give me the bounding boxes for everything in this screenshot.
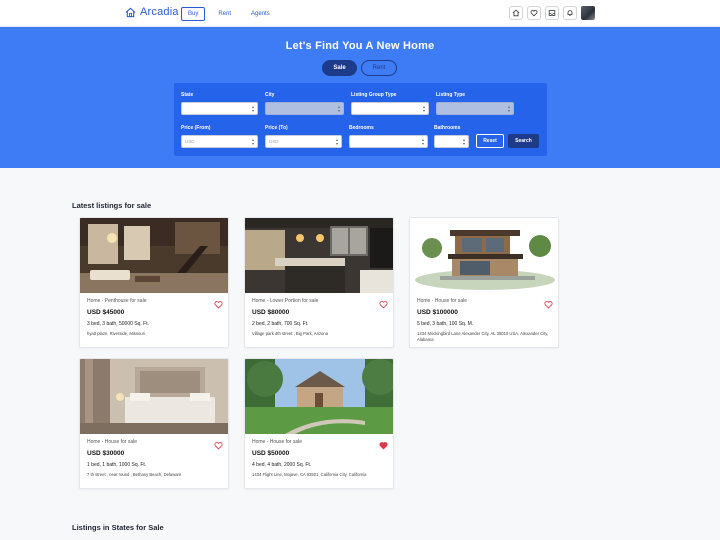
- listing-group-type-filter: Listing Group Type ▴ ▾: [351, 92, 429, 115]
- chevron-updown-icon: ▴ ▾: [507, 103, 510, 113]
- listing-price: USD $50000: [252, 450, 290, 457]
- user-avatar[interactable]: [581, 6, 595, 20]
- favorite-heart-icon[interactable]: [544, 300, 553, 309]
- listing-price: USD $30000: [87, 450, 125, 457]
- listing-price: USD $100000: [417, 309, 458, 316]
- listing-photo-kitchen: [245, 218, 393, 293]
- chevron-updown-icon: ▴ ▾: [251, 103, 254, 113]
- bell-icon: [567, 10, 573, 16]
- rent-toggle-button[interactable]: Rent: [361, 60, 397, 76]
- listing-group-type-select[interactable]: ▴ ▾: [351, 102, 429, 115]
- city-filter: City ▴ ▾: [265, 92, 344, 115]
- listing-type: Home - House for sale: [417, 298, 468, 304]
- nav-tab-buy[interactable]: Buy: [181, 7, 206, 21]
- favorite-heart-filled-icon[interactable]: [379, 441, 388, 450]
- listing-photo-bedroom: [80, 359, 228, 434]
- listing-address: Village park 4th street , Big Park, Ariz…: [252, 331, 329, 336]
- listing-group-type-label: Listing Group Type: [351, 92, 397, 98]
- bathrooms-select[interactable]: ▴ ▾: [434, 135, 469, 148]
- home-logo-icon: [125, 7, 136, 17]
- listing-address: hyatt plaze, Riverside, Missouri: [87, 331, 145, 336]
- chevron-updown-icon: ▴ ▾: [421, 136, 424, 146]
- listing-type: Home - Penthouse for sale: [87, 298, 147, 304]
- bathrooms-label: Bathrooms: [434, 125, 461, 131]
- favorite-heart-icon[interactable]: [214, 441, 223, 450]
- home-button[interactable]: [509, 6, 523, 20]
- state-label: State: [181, 92, 194, 98]
- listing-photo-penthouse: [80, 218, 228, 293]
- stepper-icon: ▴ ▾: [251, 136, 254, 146]
- listing-photo-modern-house: [410, 218, 558, 293]
- reset-button[interactable]: Reset: [476, 134, 504, 148]
- bedrooms-filter: Bedrooms ▴ ▾: [349, 125, 428, 148]
- listing-specs: 4 bed, 4 bath, 2000 Sq. Ft.: [252, 462, 312, 468]
- listing-type: Home - House for sale: [252, 439, 303, 445]
- city-select[interactable]: ▴ ▾: [265, 102, 344, 115]
- city-label: City: [265, 92, 275, 98]
- inbox-button[interactable]: [545, 6, 559, 20]
- listing-card[interactable]: Home - House for sale USD $100000 5 bed,…: [409, 217, 559, 348]
- listing-address: 7 th street , near round , Bethany Beach…: [87, 472, 182, 477]
- price-to-input[interactable]: USD ▴ ▾: [265, 135, 342, 148]
- inbox-icon: [548, 10, 556, 16]
- price-from-input[interactable]: USD ▴ ▾: [181, 135, 258, 148]
- listing-type: Home - House for sale: [87, 439, 138, 445]
- chevron-updown-icon: ▴ ▾: [462, 136, 465, 146]
- listing-type-filter: Listing Type ▴ ▾: [436, 92, 514, 115]
- listing-price: USD $45000: [87, 309, 125, 316]
- nav-tab-rent[interactable]: Rent: [211, 7, 238, 21]
- search-hero: Let's Find You A New Home Sale Rent Stat…: [0, 27, 720, 168]
- listing-type: Home - Lower Portion for sale: [252, 298, 319, 304]
- top-nav-bar: Arcadia Buy Rent Agents: [0, 0, 720, 27]
- favorites-button[interactable]: [527, 6, 541, 20]
- search-button[interactable]: Search: [508, 134, 539, 148]
- sale-toggle-button[interactable]: Sale: [322, 60, 357, 76]
- listing-card[interactable]: Home - House for sale USD $30000 1 bed, …: [79, 358, 229, 489]
- bathrooms-filter: Bathrooms ▴ ▾: [434, 125, 469, 148]
- listing-card[interactable]: Home - Lower Portion for sale USD $80000…: [244, 217, 394, 348]
- stepper-icon: ▴ ▾: [335, 136, 338, 146]
- bedrooms-label: Bedrooms: [349, 125, 374, 131]
- main-nav: Buy Rent Agents: [181, 7, 277, 21]
- listing-specs: 3 bed, 3 bath, 50000 Sq. Ft.: [87, 321, 149, 327]
- listing-specs: 1 bed, 1 bath, 1000 Sq. Ft.: [87, 462, 147, 468]
- notifications-button[interactable]: [563, 6, 577, 20]
- listing-type-select[interactable]: ▴ ▾: [436, 102, 514, 115]
- listing-specs: 2 bed, 2 bath, 700 Sq. Ft.: [252, 321, 309, 327]
- brand-name: Arcadia: [140, 6, 179, 18]
- heart-icon: [530, 10, 538, 17]
- nav-tab-agents[interactable]: Agents: [244, 7, 277, 21]
- sale-rent-toggle: Sale Rent: [322, 60, 397, 76]
- listing-card[interactable]: Home - Penthouse for sale USD $45000 3 b…: [79, 217, 229, 348]
- filter-panel: State ▴ ▾ City ▴ ▾ Listing Group Type ▴ ▾ L…: [174, 83, 547, 156]
- chevron-updown-icon: ▴ ▾: [337, 103, 340, 113]
- price-to-filter: Price (To) USD ▴ ▾: [265, 125, 342, 148]
- price-from-label: Price (From): [181, 125, 211, 131]
- listing-specs: 5 bed, 3 bath, 100 Sq. M.: [417, 321, 474, 327]
- header-actions: [509, 6, 595, 20]
- listing-type-label: Listing Type: [436, 92, 466, 98]
- states-listings-title: Listings in States for Sale: [72, 523, 164, 532]
- listing-card[interactable]: Home - House for sale USD $50000 4 bed, …: [244, 358, 394, 489]
- chevron-updown-icon: ▴ ▾: [422, 103, 425, 113]
- listing-photo-estate: [245, 359, 393, 434]
- bedrooms-select[interactable]: ▴ ▾: [349, 135, 428, 148]
- listing-address: 1234 Mockingbird Lane Alexander City, AL…: [417, 331, 549, 342]
- favorite-heart-icon[interactable]: [379, 300, 388, 309]
- listing-address: 1434 Flight Line, Mojave, CA 93501, Cali…: [252, 472, 367, 477]
- price-to-label: Price (To): [265, 125, 288, 131]
- hero-title: Let's Find You A New Home: [285, 40, 435, 52]
- favorite-heart-icon[interactable]: [214, 300, 223, 309]
- brand-logo[interactable]: Arcadia: [125, 6, 179, 18]
- home-icon: [512, 9, 520, 17]
- state-filter: State ▴ ▾: [181, 92, 258, 115]
- latest-listings-title: Latest listings for sale: [72, 201, 152, 210]
- listing-price: USD $80000: [252, 309, 290, 316]
- price-from-filter: Price (From) USD ▴ ▾: [181, 125, 258, 148]
- state-select[interactable]: ▴ ▾: [181, 102, 258, 115]
